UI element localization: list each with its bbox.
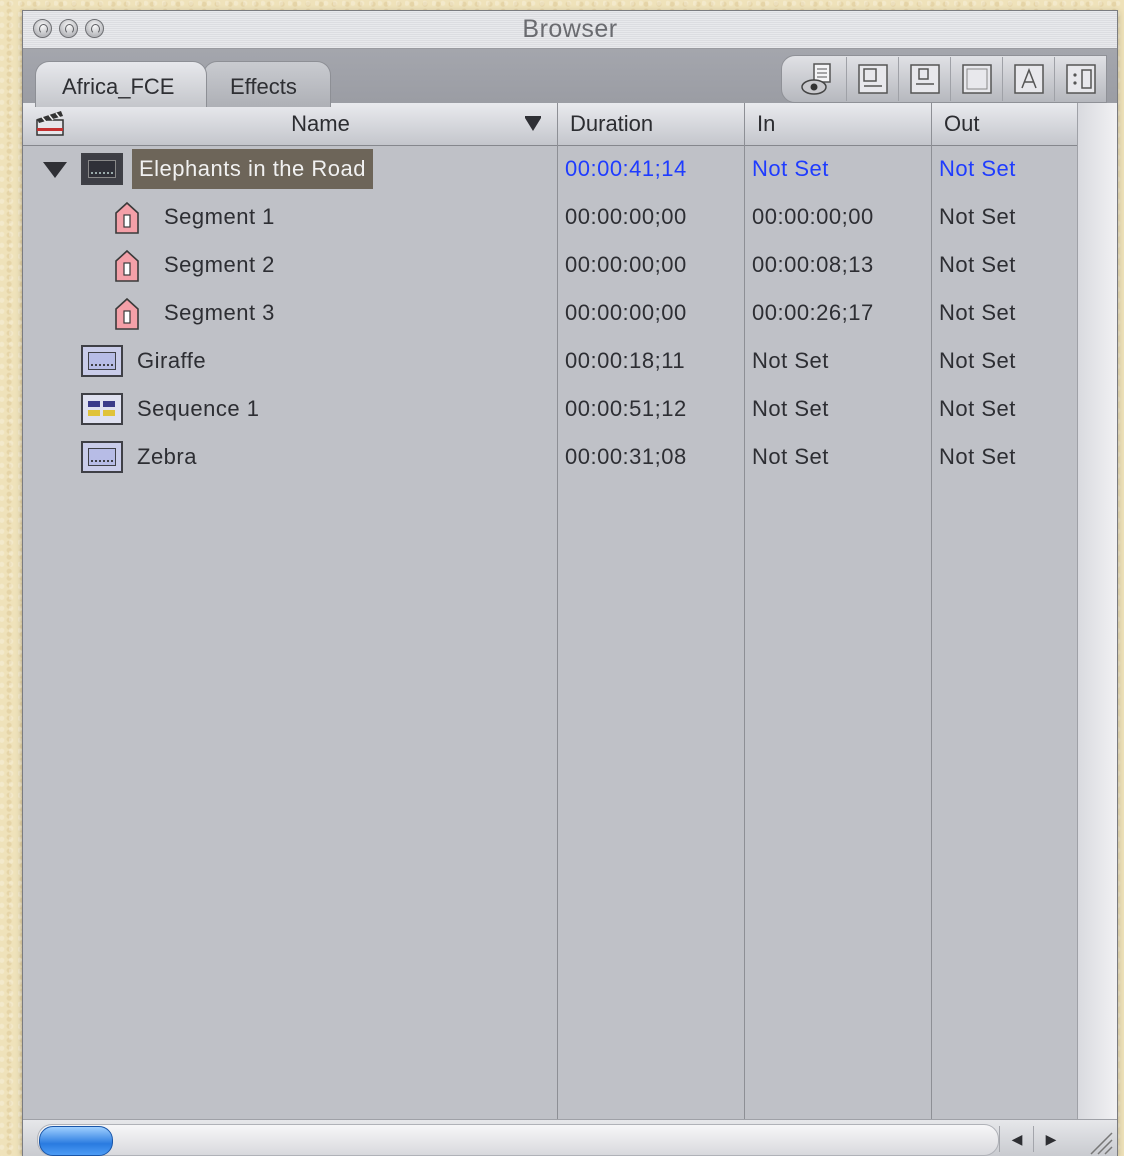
- disclosure-triangle-icon[interactable]: [43, 162, 67, 178]
- column-header-out[interactable]: Out: [931, 103, 1077, 145]
- list-item-segment-2[interactable]: Segment 2 00:00:00;00 00:00:08;13 Not Se…: [23, 241, 1077, 289]
- item-out: Not Set: [939, 348, 1016, 373]
- list-item-zebra[interactable]: Zebra 00:00:31;08 Not Set Not Set: [23, 433, 1077, 481]
- view-eye-icon[interactable]: [794, 57, 846, 101]
- scroll-track[interactable]: [37, 1124, 999, 1156]
- item-duration: 00:00:18;11: [565, 348, 686, 373]
- clip-icon: [81, 345, 123, 377]
- browser-list: Elephants in the Road 00:00:41;14 Not Se…: [23, 145, 1077, 1120]
- item-name[interactable]: Segment 2: [164, 241, 275, 289]
- scroll-left-arrow-icon[interactable]: ◀: [999, 1126, 1034, 1152]
- tab-africa-fce[interactable]: Africa_FCE: [35, 61, 207, 107]
- item-in: Not Set: [752, 444, 829, 469]
- item-in: Not Set: [752, 348, 829, 373]
- item-name[interactable]: Segment 1: [164, 193, 275, 241]
- sequence-icon: [81, 393, 123, 425]
- item-out: Not Set: [939, 396, 1016, 421]
- column-header-name-label: Name: [291, 111, 350, 136]
- list-item-segment-3[interactable]: Segment 3 00:00:00;00 00:00:26;17 Not Se…: [23, 289, 1077, 337]
- item-name[interactable]: Giraffe: [137, 337, 206, 385]
- marker-icon: [115, 201, 139, 234]
- scroll-right-arrow-icon[interactable]: ▶: [1033, 1126, 1068, 1152]
- list-item-giraffe[interactable]: Giraffe 00:00:18;11 Not Set Not Set: [23, 337, 1077, 385]
- clip-icon: [81, 441, 123, 473]
- item-in: 00:00:00;00: [752, 204, 874, 229]
- clapper-icon[interactable]: [33, 103, 73, 145]
- item-name[interactable]: Segment 3: [164, 289, 275, 337]
- column-header-duration[interactable]: Duration: [557, 103, 744, 145]
- marker-icon: [115, 249, 139, 282]
- vertical-scroll-area[interactable]: [1077, 103, 1117, 1123]
- browser-window: Browser Africa_FCE Effects Name Duration…: [22, 10, 1118, 1156]
- item-out: Not Set: [939, 444, 1016, 469]
- horizontal-scrollbar: ◀ ▶: [23, 1119, 1117, 1156]
- scroll-thumb[interactable]: [39, 1126, 113, 1156]
- item-duration: 00:00:00;00: [565, 252, 687, 277]
- item-duration: 00:00:41;14: [565, 156, 687, 181]
- item-out: Not Set: [939, 204, 1016, 229]
- item-duration: 00:00:00;00: [565, 300, 687, 325]
- item-out: Not Set: [939, 300, 1016, 325]
- settings-view-icon[interactable]: [1054, 57, 1106, 101]
- item-out: Not Set: [939, 252, 1016, 277]
- list-view-icon[interactable]: [950, 57, 1002, 101]
- item-duration: 00:00:00;00: [565, 204, 687, 229]
- item-name[interactable]: Sequence 1: [137, 385, 259, 433]
- item-duration: 00:00:31;08: [565, 444, 687, 469]
- column-header-in[interactable]: In: [744, 103, 931, 145]
- item-duration: 00:00:51;12: [565, 396, 687, 421]
- item-name[interactable]: Elephants in the Road: [132, 149, 373, 189]
- view-toolbar: [781, 55, 1107, 103]
- column-header-name[interactable]: Name: [83, 103, 558, 145]
- item-in: 00:00:26;17: [752, 300, 874, 325]
- resize-grip-icon[interactable]: [1087, 1129, 1113, 1155]
- item-in: Not Set: [752, 396, 829, 421]
- window-title: Browser: [522, 15, 618, 43]
- medium-icons-icon[interactable]: [898, 57, 950, 101]
- list-item-elephants[interactable]: Elephants in the Road 00:00:41;14 Not Se…: [23, 145, 1077, 193]
- list-item-sequence-1[interactable]: Sequence 1 00:00:51;12 Not Set Not Set: [23, 385, 1077, 433]
- item-in: 00:00:08;13: [752, 252, 874, 277]
- clip-icon: [81, 153, 123, 185]
- text-view-icon[interactable]: [1002, 57, 1054, 101]
- item-in: Not Set: [752, 156, 829, 181]
- title-bar[interactable]: Browser: [23, 11, 1117, 49]
- sort-triangle-icon[interactable]: [523, 103, 553, 145]
- tab-effects[interactable]: Effects: [203, 61, 331, 107]
- large-icons-icon[interactable]: [846, 57, 898, 101]
- column-header: Name Duration In Out: [23, 103, 1077, 146]
- item-name[interactable]: Zebra: [137, 433, 197, 481]
- list-item-segment-1[interactable]: Segment 1 00:00:00;00 00:00:00;00 Not Se…: [23, 193, 1077, 241]
- item-out: Not Set: [939, 156, 1016, 181]
- marker-icon: [115, 297, 139, 330]
- tab-bar: Africa_FCE Effects: [23, 49, 1117, 108]
